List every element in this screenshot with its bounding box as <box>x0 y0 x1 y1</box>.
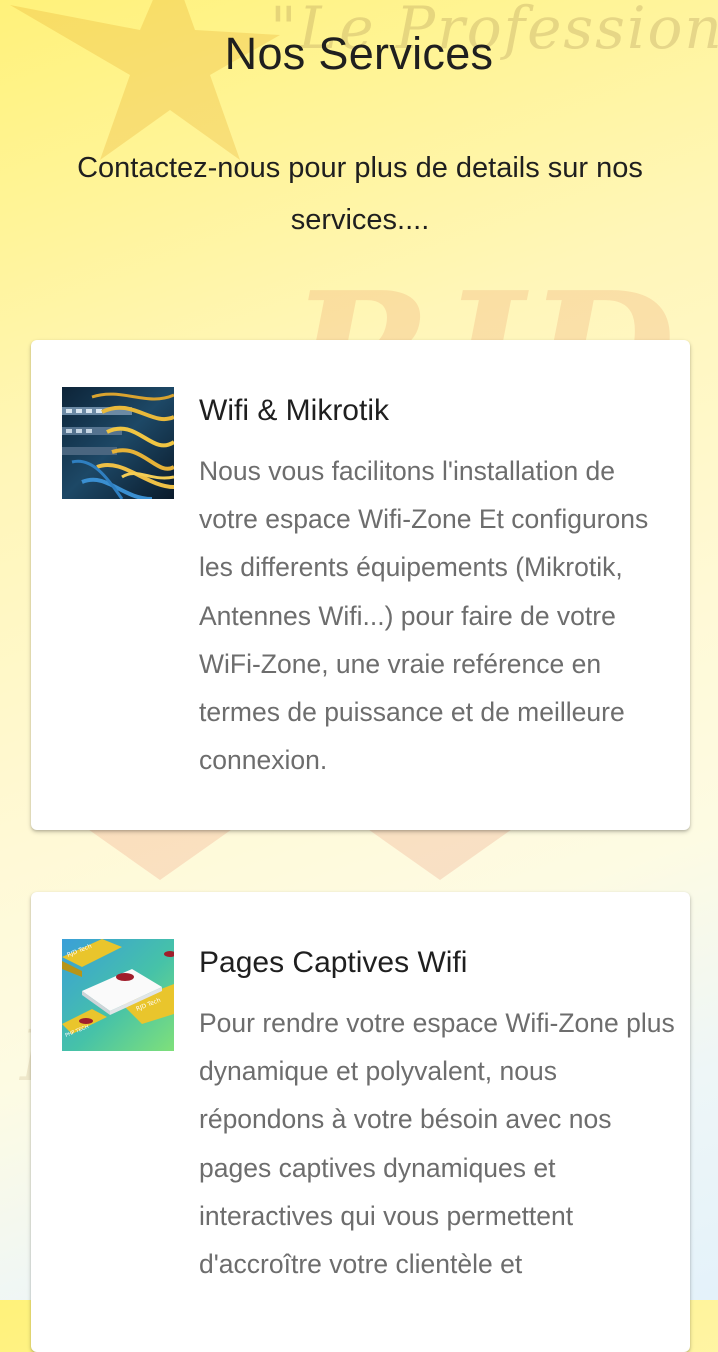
captive-portal-image: RJD Tech RJD Tech PHP TECH <box>62 939 174 1051</box>
service-description: Pour rendre votre espace Wifi-Zone plus … <box>199 1008 675 1280</box>
service-card[interactable]: RJD Tech RJD Tech PHP TECH Pages Captive… <box>31 892 690 1352</box>
service-title: Pages Captives Wifi <box>199 946 468 979</box>
page-title: Nos Services <box>224 28 494 79</box>
service-card[interactable]: Wifi & Mikrotik Nous vous facilitons l'i… <box>31 340 690 830</box>
network-cables-image <box>62 387 174 499</box>
page-subtitle: Contactez-nous pour plus de details sur … <box>77 152 643 236</box>
service-title: Wifi & Mikrotik <box>199 394 389 427</box>
service-description: Nous vous facilitons l'installation de v… <box>199 456 649 776</box>
